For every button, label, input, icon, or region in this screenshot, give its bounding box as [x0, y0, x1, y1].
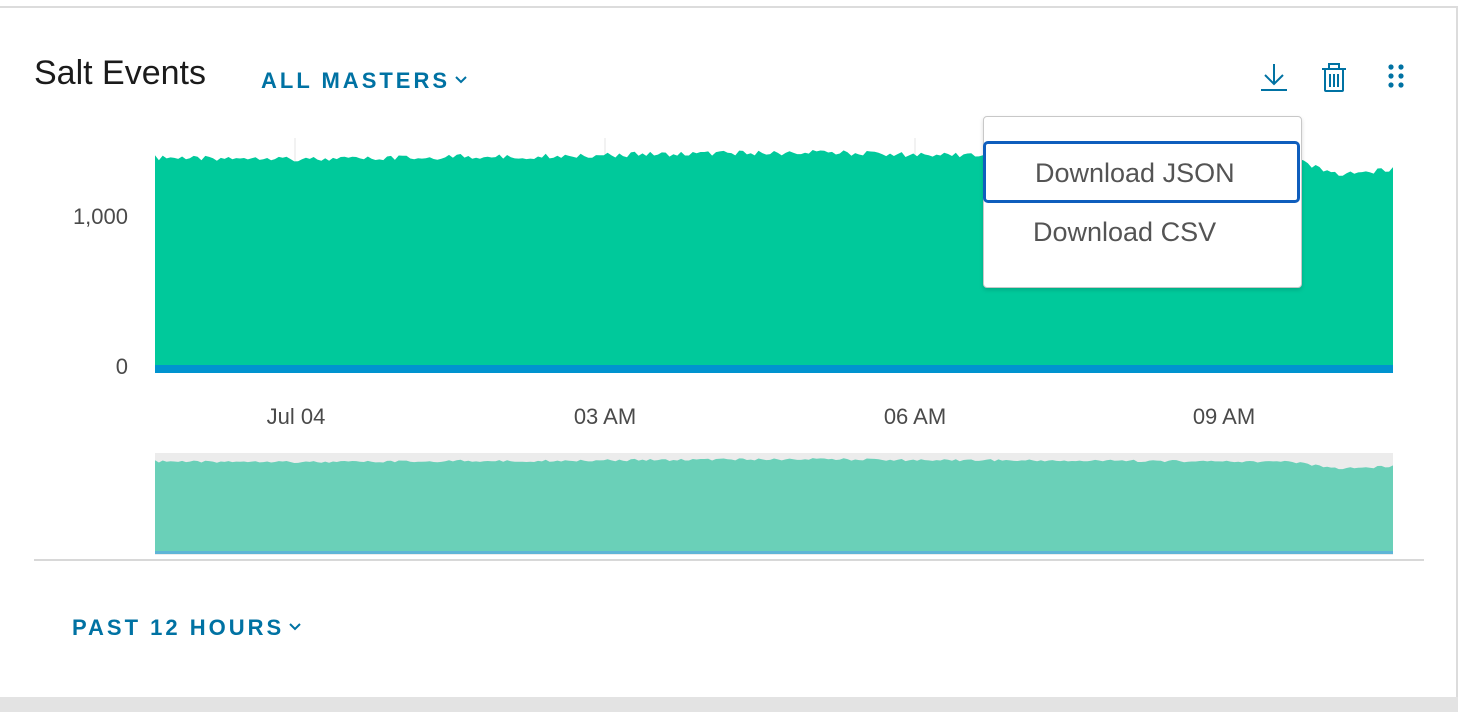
chevron-down-icon	[288, 612, 302, 638]
y-tick-label: 0	[115, 354, 128, 379]
download-json-option[interactable]: Download JSON	[983, 141, 1300, 203]
download-menu: Download JSON Download CSV	[983, 116, 1302, 288]
navigator-area	[155, 458, 1393, 553]
delete-button[interactable]	[1318, 60, 1350, 94]
trash-icon	[1322, 63, 1346, 92]
master-filter-dropdown[interactable]: ALL MASTERS	[261, 65, 468, 94]
master-filter-label: ALL MASTERS	[261, 68, 451, 93]
x-tick-label: 06 AM	[883, 404, 947, 429]
download-icon	[1261, 64, 1287, 91]
salt-events-widget: Salt Events ALL MASTERS 1,000 0 Jul 04 0…	[0, 6, 1458, 698]
download-csv-option[interactable]: Download CSV	[984, 203, 1299, 261]
navigator-baseline	[155, 551, 1393, 554]
x-tick-label: 03 AM	[573, 404, 637, 429]
x-tick-label: 09 AM	[1192, 404, 1256, 429]
more-dots-icon	[1388, 64, 1404, 88]
divider	[34, 559, 1424, 561]
page-bottom-bar	[0, 697, 1458, 712]
baseline-series	[155, 365, 1393, 373]
widget-title: Salt Events	[34, 54, 206, 92]
more-options-button[interactable]	[1380, 60, 1412, 94]
y-tick-label: 1,000	[72, 204, 128, 229]
range-navigator[interactable]	[155, 453, 1393, 555]
time-range-label: PAST 12 HOURS	[72, 615, 285, 640]
download-button[interactable]	[1258, 60, 1290, 94]
x-tick-label: Jul 04	[266, 404, 326, 429]
time-range-dropdown[interactable]: PAST 12 HOURS	[72, 612, 302, 641]
chevron-down-icon	[454, 65, 468, 91]
